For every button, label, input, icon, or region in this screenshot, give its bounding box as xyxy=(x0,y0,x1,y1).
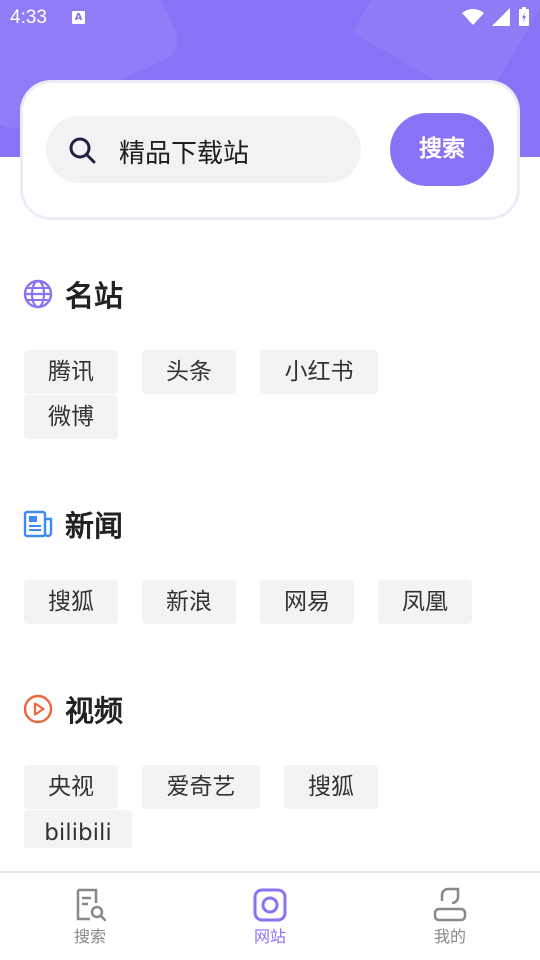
tab-label: 网站 xyxy=(253,927,286,946)
search-icon xyxy=(69,137,96,164)
site-link-toutiao[interactable]: 头条 xyxy=(142,350,236,394)
search-document-icon xyxy=(76,888,107,922)
tab-profile[interactable]: 我的 xyxy=(390,873,510,960)
site-link-weibo[interactable]: 微博 xyxy=(24,395,118,439)
tab-label: 搜索 xyxy=(73,927,106,946)
wifi-icon xyxy=(462,9,484,25)
section-title-famous-sites: 名站 xyxy=(23,273,123,315)
newspaper-icon xyxy=(23,510,53,538)
section-title-label: 视频 xyxy=(65,694,124,728)
website-icon xyxy=(253,888,287,922)
site-link-sohu-video[interactable]: 搜狐 xyxy=(284,765,378,809)
user-icon xyxy=(433,887,467,922)
section-title-news: 新闻 xyxy=(23,503,123,545)
globe-icon xyxy=(23,279,53,309)
tab-search[interactable]: 搜索 xyxy=(30,873,150,960)
play-icon xyxy=(23,694,53,724)
site-link-bilibili[interactable]: bilibili xyxy=(24,810,132,848)
search-input-value: 精品下载站 xyxy=(119,139,250,169)
search-button[interactable]: 搜索 xyxy=(390,113,494,186)
battery-icon xyxy=(519,7,529,26)
section-title-label: 新闻 xyxy=(65,509,124,543)
search-card: 精品下载站 搜索 xyxy=(23,83,517,217)
status-time: 4:33 xyxy=(10,7,47,28)
section-title-label: 名站 xyxy=(65,279,124,313)
site-link-xiaohongshu[interactable]: 小红书 xyxy=(260,350,378,394)
site-link-iqiyi[interactable]: 爱奇艺 xyxy=(142,765,260,809)
site-link-cctv[interactable]: 央视 xyxy=(24,765,118,809)
tab-websites[interactable]: 网站 xyxy=(210,873,330,960)
status-bar: 4:33 A xyxy=(0,0,540,36)
site-link-sohu[interactable]: 搜狐 xyxy=(24,580,118,624)
section-title-video: 视频 xyxy=(23,688,123,730)
site-link-ifeng[interactable]: 凤凰 xyxy=(378,580,472,624)
site-link-netease[interactable]: 网易 xyxy=(260,580,354,624)
site-link-tencent[interactable]: 腾讯 xyxy=(24,350,118,394)
site-link-sina[interactable]: 新浪 xyxy=(142,580,236,624)
bottom-tab-bar: 搜索 网站 我的 xyxy=(0,871,540,960)
tab-label: 我的 xyxy=(433,927,466,946)
signal-icon xyxy=(492,8,510,26)
notification-icon: A xyxy=(72,11,85,24)
search-input[interactable]: 精品下载站 xyxy=(46,116,361,183)
